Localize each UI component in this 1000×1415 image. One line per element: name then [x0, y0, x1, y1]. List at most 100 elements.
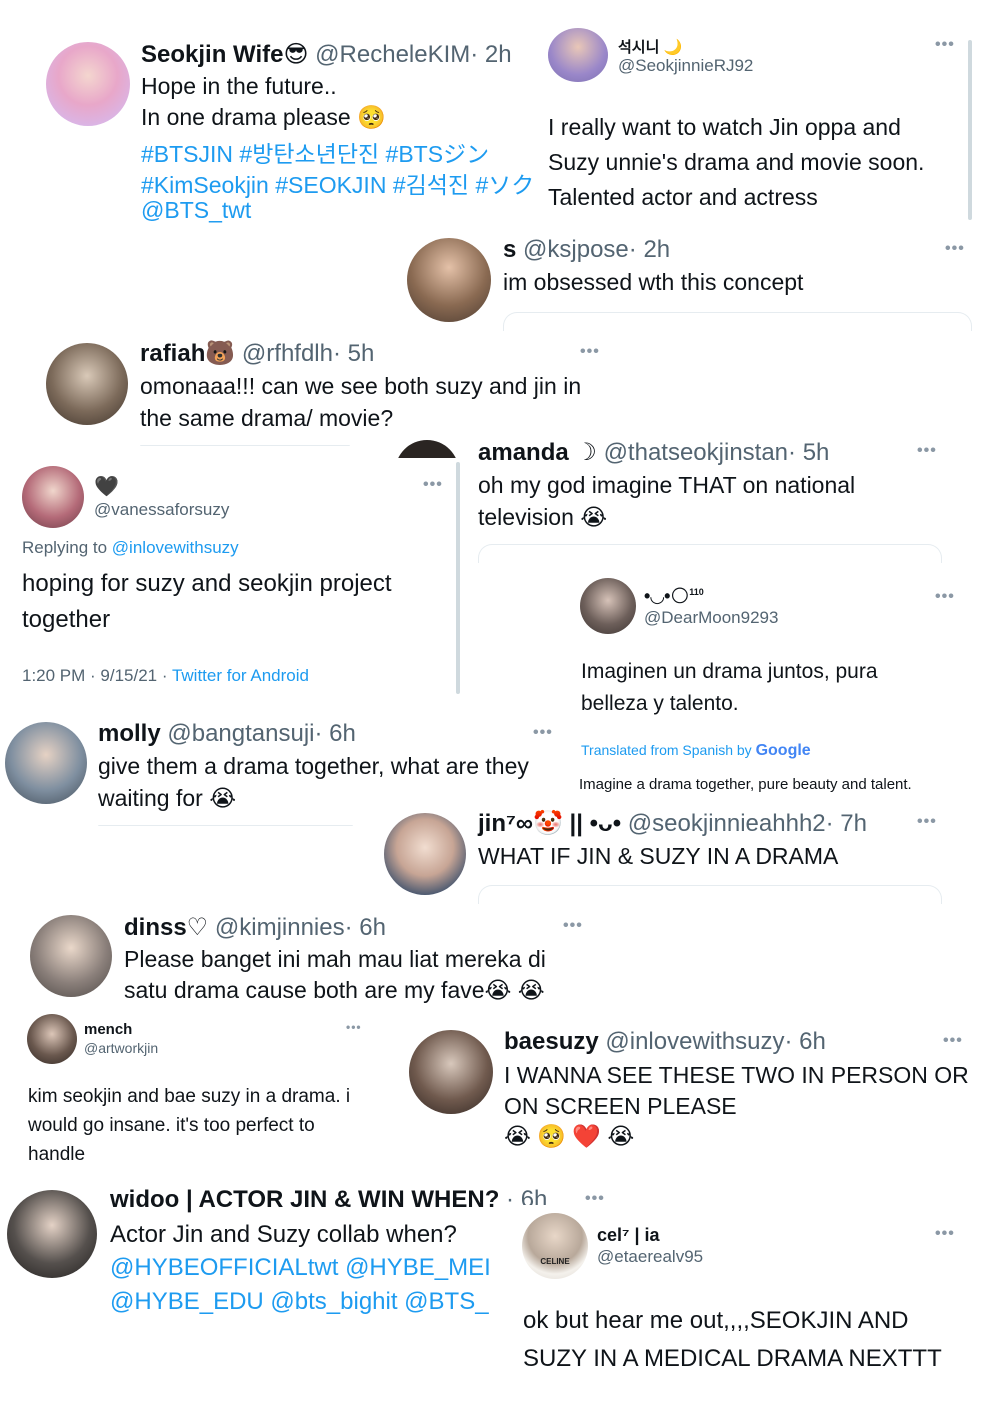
more-options-icon[interactable]: •••: [917, 442, 937, 460]
display-name[interactable]: Seokjin Wife😎: [141, 41, 309, 68]
timestamp[interactable]: · 2h: [629, 236, 670, 263]
tweet-text: together: [22, 606, 111, 633]
tweet-text: WHAT IF JIN & SUZY IN A DRAMA: [478, 843, 839, 869]
avatar[interactable]: [409, 1030, 493, 1114]
display-name[interactable]: s: [503, 236, 516, 263]
display-name[interactable]: amanda ☽: [478, 439, 597, 466]
scrollbar[interactable]: [456, 462, 460, 694]
tweet-text: kim seokjin and bae suzy in a drama. i: [28, 1086, 351, 1107]
display-name[interactable]: •◡•🌕: [644, 586, 689, 606]
display-name[interactable]: rafiah🐻: [140, 340, 235, 367]
tweet-rfhfdlh: rafiah🐻 @rfhfdlh· 5h ••• omonaaa!!! can …: [40, 335, 615, 447]
display-name[interactable]: dinss♡: [124, 914, 208, 941]
user-handle[interactable]: @RecheleKIM: [315, 41, 470, 68]
reply-box-edge: [478, 544, 942, 563]
reply-box-edge: [478, 885, 942, 904]
tweet-text: would go insane. it's too perfect to: [28, 1115, 315, 1136]
timestamp[interactable]: · 2h: [470, 41, 511, 68]
avatar[interactable]: [407, 238, 491, 322]
timestamp[interactable]: · 7h: [826, 810, 867, 837]
mention-link[interactable]: @BTS_twt: [141, 197, 251, 224]
tweet-ksjpose: s @ksjpose· 2h ••• im obsessed wth this …: [400, 232, 980, 332]
avatar[interactable]: [580, 578, 636, 634]
hashtag-line[interactable]: #KimSeokjin #SEOKJIN #김석진 #ソク: [141, 166, 536, 200]
avatar[interactable]: [5, 722, 87, 804]
display-name[interactable]: mench: [84, 1021, 132, 1038]
tweet-vanessaforsuzy: 🖤 @vanessaforsuzy ••• Replying to @inlov…: [10, 458, 460, 698]
tweet-text: waiting for 😭: [98, 785, 237, 811]
display-name[interactable]: cel⁷ | ia: [597, 1225, 660, 1246]
display-name[interactable]: baesuzy: [504, 1028, 599, 1055]
emoji-line: 😭 🥺 ❤️ 😭: [504, 1123, 635, 1149]
tweet-text: SUZY IN A MEDICAL DRAMA NEXTTT: [523, 1345, 942, 1372]
display-name[interactable]: 🖤: [94, 474, 119, 499]
tweet-text: belleza y talento.: [581, 692, 739, 715]
tweet-text: television 😭: [478, 504, 608, 530]
tweet-timestamp[interactable]: 1:20 PM · 9/15/21 ·: [22, 666, 168, 685]
tweet-etaerealv95: CELINE cel⁷ | ia @etaerealv95 ••• ok but…: [512, 1205, 980, 1385]
avatar[interactable]: [30, 915, 112, 997]
user-handle[interactable]: @bangtansuji: [167, 720, 314, 747]
tweet-text: Please banget ini mah mau liat mereka di: [124, 946, 546, 972]
tweet-text: satu drama cause both are my fave😭 😭: [124, 977, 545, 1003]
translated-label[interactable]: Translated from Spanish by: [581, 742, 752, 758]
more-options-icon[interactable]: •••: [917, 813, 937, 831]
more-options-icon[interactable]: •••: [943, 1032, 963, 1050]
user-handle[interactable]: @seokjinnieahhh2: [628, 810, 826, 837]
more-options-icon[interactable]: •••: [935, 588, 955, 606]
timestamp[interactable]: · 5h: [333, 340, 374, 367]
more-options-icon[interactable]: •••: [935, 36, 955, 54]
more-options-icon[interactable]: •••: [945, 240, 965, 258]
more-options-icon[interactable]: •••: [346, 1020, 362, 1034]
reply-to-link[interactable]: @inlovewithsuzy: [112, 538, 239, 557]
avatar[interactable]: [548, 28, 608, 82]
avatar[interactable]: CELINE: [522, 1213, 588, 1279]
client-link[interactable]: Twitter for Android: [172, 666, 309, 685]
timestamp[interactable]: · 6h: [315, 720, 356, 747]
more-options-icon[interactable]: •••: [580, 343, 600, 361]
display-name[interactable]: jin⁷∞🤡 || •ᴗ•: [478, 810, 621, 837]
more-options-icon[interactable]: •••: [423, 476, 443, 494]
more-options-icon[interactable]: •••: [533, 724, 553, 742]
user-handle[interactable]: @DearMoon9293: [644, 608, 778, 628]
timestamp[interactable]: · 6h: [785, 1028, 826, 1055]
display-name[interactable]: 석시니 🌙: [618, 39, 682, 56]
tweet-rechelekim: Seokjin Wife😎 @RecheleKIM· 2h Hope in th…: [40, 30, 540, 235]
mention-line[interactable]: @HYBEOFFICIALtwt @HYBE_MEI: [110, 1254, 502, 1282]
user-handle[interactable]: @vanessaforsuzy: [94, 500, 229, 520]
scrollbar[interactable]: [968, 40, 972, 220]
mention-line[interactable]: @HYBE_EDU @bts_bighit @BTS_: [110, 1288, 502, 1316]
timestamp[interactable]: · 5h: [788, 439, 829, 466]
avatar[interactable]: [22, 466, 84, 528]
user-handle[interactable]: @SeokjinnieRJ92: [618, 56, 753, 76]
user-handle[interactable]: @thatseokjinstan: [604, 439, 788, 466]
display-name[interactable]: molly: [98, 720, 161, 747]
display-name[interactable]: widoo | ACTOR JIN & WIN WHEN?: [110, 1186, 499, 1213]
avatar[interactable]: [7, 1190, 97, 1278]
tweet-inlovewithsuzy: baesuzy @inlovewithsuzy· 6h ••• I WANNA …: [405, 1020, 980, 1160]
user-handle[interactable]: @etaerealv95: [597, 1247, 703, 1267]
user-handle[interactable]: @rfhfdlh: [242, 340, 333, 367]
hashtag-line[interactable]: #BTSJIN #방탄소년단진 #BTSジン: [141, 135, 489, 169]
divider: [98, 825, 353, 826]
tweet-text: handle: [28, 1144, 86, 1165]
tweet-text: ok but hear me out,,,,SEOKJIN AND: [523, 1307, 909, 1334]
avatar[interactable]: [46, 42, 130, 126]
tweet-text: In one drama please 🥺: [141, 104, 386, 130]
avatar[interactable]: [384, 813, 466, 895]
tweet-text: Imaginen un drama juntos, pura: [581, 660, 878, 683]
divider: [140, 445, 350, 446]
user-handle[interactable]: @artworkjin: [84, 1040, 158, 1056]
tweet-text: hoping for suzy and seokjin project: [22, 570, 392, 597]
user-handle[interactable]: @ksjpose: [523, 236, 629, 263]
more-options-icon[interactable]: •••: [935, 1225, 955, 1243]
user-handle[interactable]: @inlovewithsuzy: [605, 1028, 784, 1055]
user-handle[interactable]: @kimjinnies: [215, 914, 345, 941]
tweet-text: omonaaa!!! can we see both suzy and jin …: [140, 373, 582, 399]
superscript: 110: [689, 587, 704, 597]
timestamp[interactable]: · 6h: [345, 914, 386, 941]
tweet-artworkjin: mench @artworkjin ••• kim seokjin and ba…: [18, 1008, 398, 1180]
avatar[interactable]: [27, 1014, 77, 1064]
avatar[interactable]: [46, 343, 128, 425]
more-options-icon[interactable]: •••: [563, 917, 583, 935]
